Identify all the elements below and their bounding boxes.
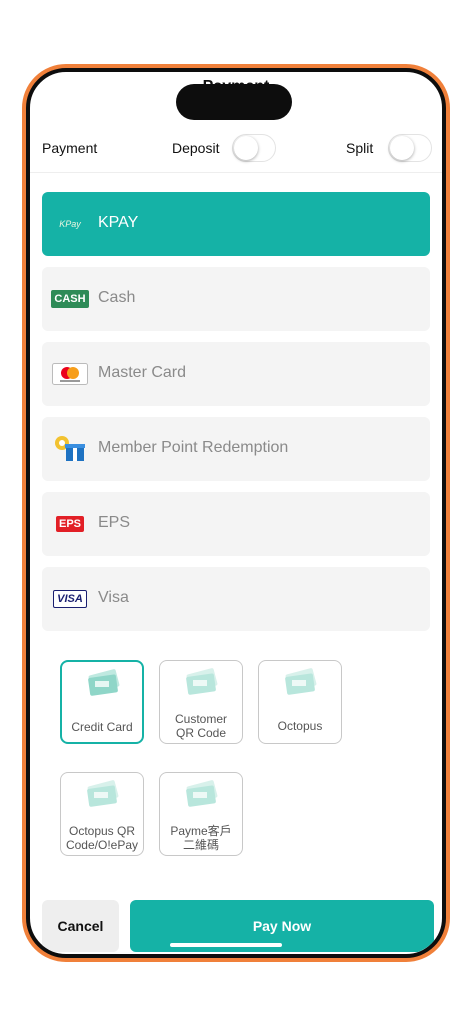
- method-member-point-redemption[interactable]: Member Point Redemption: [42, 417, 430, 481]
- split-toggle[interactable]: [388, 134, 432, 162]
- gift-icon: [52, 436, 88, 461]
- deposit-toggle[interactable]: [232, 134, 276, 162]
- method-visa[interactable]: VISA Visa: [42, 567, 430, 631]
- tile-customer-qr-code[interactable]: Customer QR Code: [159, 660, 243, 744]
- card-icon: [83, 779, 123, 814]
- tile-label: Octopus QR: [68, 824, 136, 838]
- method-name: Master Card: [98, 364, 187, 381]
- payment-label: Payment: [42, 140, 98, 156]
- cancel-button[interactable]: Cancel: [42, 900, 119, 952]
- toggle-knob: [234, 136, 258, 160]
- tile-label-line2: Code/O!ePay: [65, 838, 139, 852]
- tile-label: Octopus: [277, 719, 323, 733]
- dynamic-island: [176, 84, 292, 120]
- card-icon: [281, 667, 321, 702]
- method-name: Member Point Redemption: [98, 439, 289, 456]
- tile-label: Payme客戶: [170, 824, 232, 838]
- eps-icon: EPS: [52, 512, 88, 536]
- tile-label: Customer: [174, 712, 227, 726]
- visa-icon: VISA: [52, 587, 88, 611]
- card-icon: [182, 667, 222, 702]
- method-eps[interactable]: EPS EPS: [42, 492, 430, 556]
- kpay-logo-icon: KPay: [59, 219, 81, 229]
- deposit-label: Deposit: [172, 140, 220, 156]
- payment-methods-list: KPay KPAY CASH Cash Master Card Member P…: [42, 192, 430, 642]
- tile-payme[interactable]: Payme客戶 二維碼: [159, 772, 243, 856]
- method-name: KPAY: [98, 214, 139, 231]
- method-name: Visa: [98, 589, 129, 606]
- home-indicator: [170, 943, 282, 947]
- method-name: Cash: [98, 289, 136, 306]
- tile-octopus[interactable]: Octopus: [258, 660, 342, 744]
- options-row: Payment Deposit Split: [42, 134, 434, 164]
- tile-label-line2: QR Code: [175, 726, 227, 740]
- tile-label: Credit Card: [71, 720, 133, 734]
- split-label: Split: [346, 140, 374, 156]
- toggle-knob: [390, 136, 414, 160]
- tile-credit-card[interactable]: Credit Card: [60, 660, 144, 744]
- mastercard-icon: [52, 362, 88, 386]
- screen: Payment Payment Deposit Split KPay KPAY …: [26, 68, 446, 958]
- cash-icon: CASH: [51, 287, 89, 311]
- tile-octopus-qr[interactable]: Octopus QR Code/O!ePay: [60, 772, 144, 856]
- tile-label-line2: 二維碼: [182, 838, 219, 852]
- divider: [30, 172, 442, 173]
- method-master-card[interactable]: Master Card: [42, 342, 430, 406]
- card-icon: [182, 779, 222, 814]
- method-name: EPS: [98, 514, 131, 531]
- method-kpay[interactable]: KPay KPAY: [42, 192, 430, 256]
- phone-frame: Payment Payment Deposit Split KPay KPAY …: [22, 64, 450, 962]
- method-cash[interactable]: CASH Cash: [42, 267, 430, 331]
- card-icon: [84, 668, 124, 703]
